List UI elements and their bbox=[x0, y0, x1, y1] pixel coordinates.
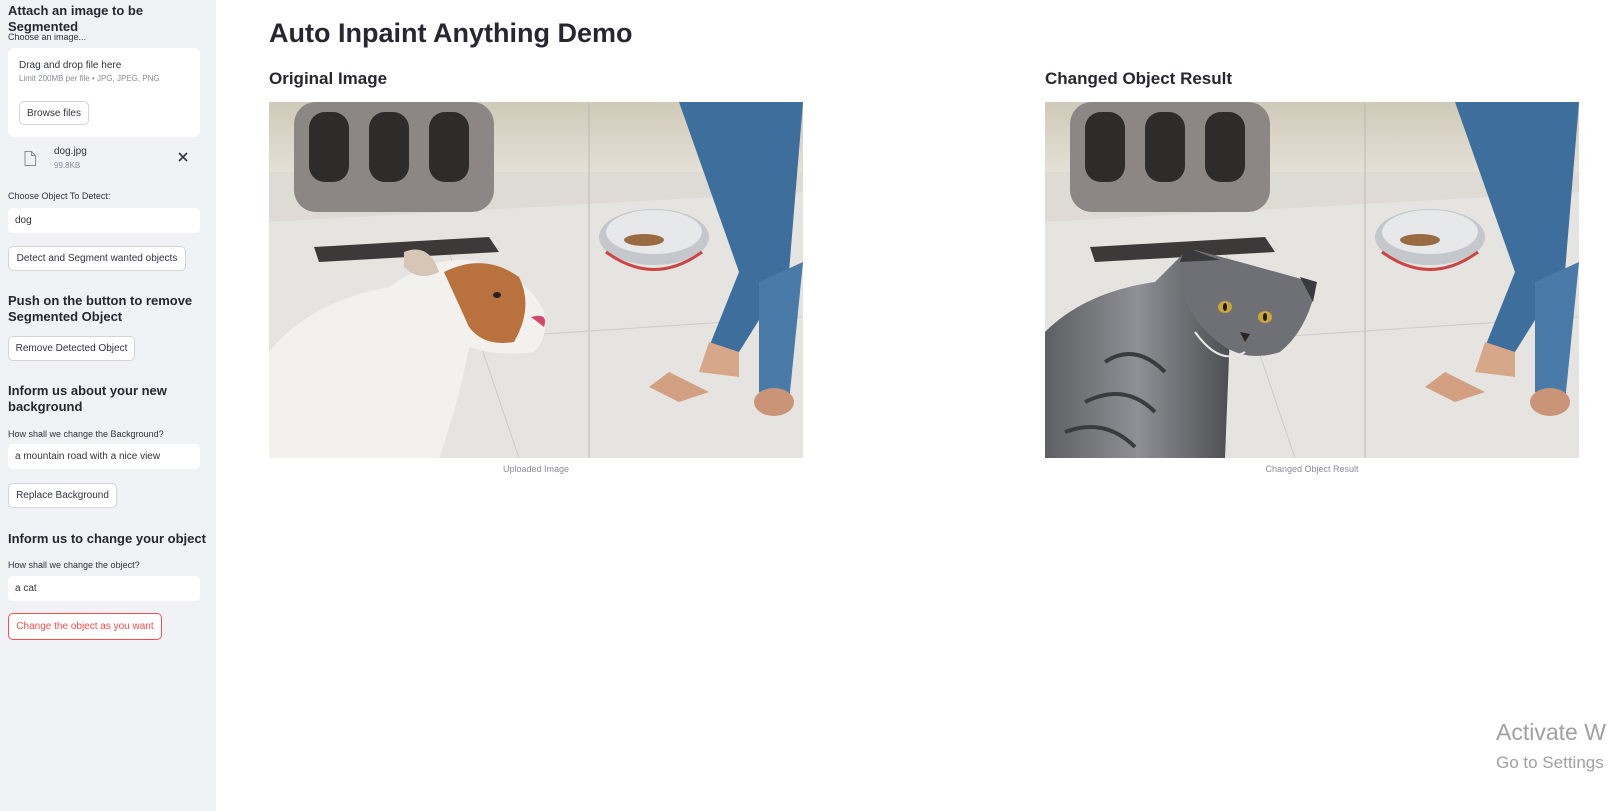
upload-label: Choose an image... bbox=[8, 32, 87, 42]
uploaded-file-row: dog.jpg 99.8KB bbox=[8, 142, 200, 176]
activate-windows-settings-hint: Go to Settings bbox=[1496, 753, 1604, 772]
file-size: 99.8KB bbox=[54, 161, 81, 170]
original-image-drawing bbox=[269, 102, 803, 458]
page-title: Auto Inpaint Anything Demo bbox=[269, 18, 633, 48]
activate-windows-watermark: Activate W bbox=[1496, 719, 1606, 745]
browse-files-button[interactable]: Browse files bbox=[19, 101, 89, 125]
close-icon[interactable] bbox=[177, 151, 189, 163]
remove-object-button[interactable]: Remove Detected Object bbox=[8, 336, 135, 361]
remove-heading: Push on the button to remove Segmented O… bbox=[8, 293, 193, 324]
dropzone-title: Drag and drop file here bbox=[19, 60, 122, 71]
detect-segment-button[interactable]: Detect and Segment wanted objects bbox=[8, 246, 186, 271]
changed-result-image bbox=[1045, 102, 1579, 458]
original-image-caption: Uploaded Image bbox=[502, 464, 570, 474]
original-image-title: Original Image bbox=[269, 69, 388, 88]
detect-object-input[interactable]: dog bbox=[8, 208, 200, 233]
object-heading: Inform us to change your object bbox=[8, 531, 206, 546]
dropzone-limit: Limit 200MB per file • JPG, JPEG, PNG bbox=[19, 74, 160, 83]
sidebar: Attach an image to be Segmented Choose a… bbox=[0, 0, 216, 811]
detect-label: Choose Object To Detect: bbox=[8, 191, 111, 201]
original-image bbox=[269, 102, 803, 458]
changed-result-caption: Changed Object Result bbox=[1265, 464, 1359, 474]
background-label: How shall we change the Background? bbox=[8, 429, 164, 439]
object-input[interactable]: a cat bbox=[8, 576, 200, 601]
replace-background-button[interactable]: Replace Background bbox=[8, 483, 117, 508]
background-heading: Inform us about your new background bbox=[8, 383, 167, 414]
file-name: dog.jpg bbox=[54, 146, 87, 157]
file-icon bbox=[24, 151, 36, 166]
change-object-button[interactable]: Change the object as you want bbox=[8, 613, 162, 640]
upload-heading: Attach an image to be Segmented bbox=[8, 3, 144, 34]
changed-result-drawing bbox=[1045, 102, 1579, 458]
changed-result-title: Changed Object Result bbox=[1045, 69, 1233, 88]
object-label: How shall we change the object? bbox=[8, 560, 140, 570]
background-input[interactable]: a mountain road with a nice view bbox=[8, 444, 200, 469]
